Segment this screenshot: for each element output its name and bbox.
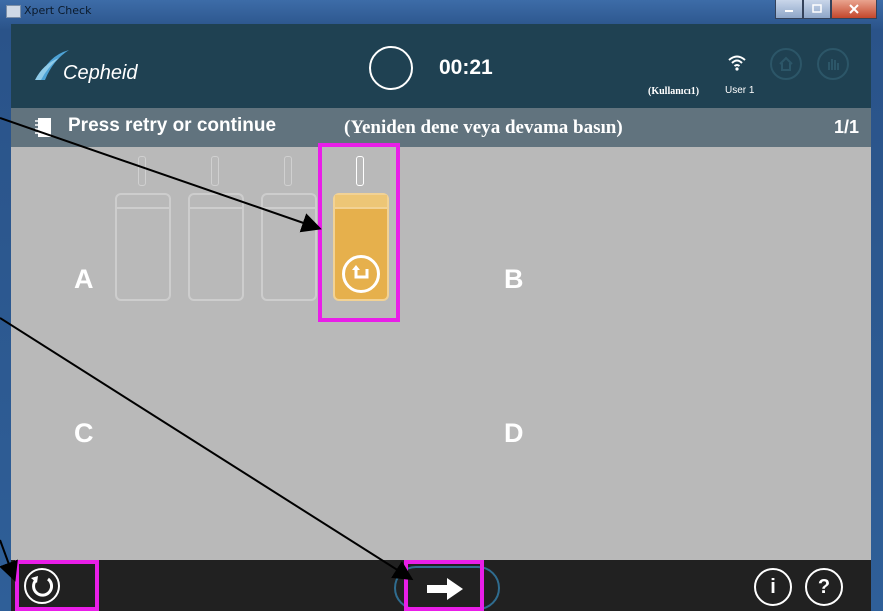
module-slot-1[interactable] xyxy=(115,149,171,301)
minimize-button[interactable] xyxy=(775,0,803,19)
user-translation-label: (Kullanıcı1) xyxy=(648,86,700,97)
instruction-icon xyxy=(35,118,51,137)
close-button[interactable] xyxy=(831,0,877,19)
page-indicator: 1/1 xyxy=(833,117,859,137)
stop-hand-icon xyxy=(828,59,839,70)
wifi-icon xyxy=(728,55,746,71)
user-name: User 1 xyxy=(725,85,755,96)
home-icon xyxy=(779,56,793,71)
app-client-area: Cepheid 00:21 (Kullanıcı1) User 1 Press … xyxy=(11,24,871,611)
instruction-translation: (Yeniden dene veya devama basın) xyxy=(344,117,623,138)
maximize-icon xyxy=(812,4,822,13)
module-tab xyxy=(284,156,292,186)
minimize-icon xyxy=(785,10,793,12)
timer-text: 00:21 xyxy=(439,56,493,79)
module-tab xyxy=(138,156,146,186)
stop-button[interactable] xyxy=(817,48,849,80)
window-title: Xpert Check xyxy=(24,4,92,17)
module-body xyxy=(115,193,171,301)
quadrant-label-b: B xyxy=(504,264,524,294)
info-button[interactable]: i xyxy=(754,568,792,606)
highlight-retry-button xyxy=(15,560,99,611)
module-slot-2[interactable] xyxy=(188,149,244,301)
highlight-active-module xyxy=(318,143,400,322)
window-title-bar: Xpert Check xyxy=(0,0,883,22)
highlight-continue-button xyxy=(404,560,484,611)
module-body xyxy=(261,193,317,301)
help-button[interactable]: ? xyxy=(805,568,843,606)
home-button[interactable] xyxy=(770,48,802,80)
cepheid-logo: Cepheid xyxy=(33,44,163,94)
timer-indicator xyxy=(369,46,413,90)
maximize-button[interactable] xyxy=(803,0,831,19)
app-icon xyxy=(6,5,21,18)
quadrant-label-c: C xyxy=(74,418,94,448)
instruction-title: Press retry or continue xyxy=(68,115,277,136)
module-body xyxy=(188,193,244,301)
app-window: Xpert Check Cepheid 00:21 (Kullanıcı1) U… xyxy=(0,0,883,611)
app-header: Cepheid 00:21 (Kullanıcı1) User 1 xyxy=(11,24,871,108)
module-tab xyxy=(211,156,219,186)
close-icon xyxy=(849,4,859,14)
brand-name: Cepheid xyxy=(63,62,138,84)
window-controls xyxy=(775,0,877,19)
quadrant-label-a: A xyxy=(74,264,94,294)
module-slot-3[interactable] xyxy=(261,149,317,301)
instruction-banner: Press retry or continue (Yeniden dene ve… xyxy=(11,108,871,147)
quadrant-label-d: D xyxy=(504,418,524,448)
